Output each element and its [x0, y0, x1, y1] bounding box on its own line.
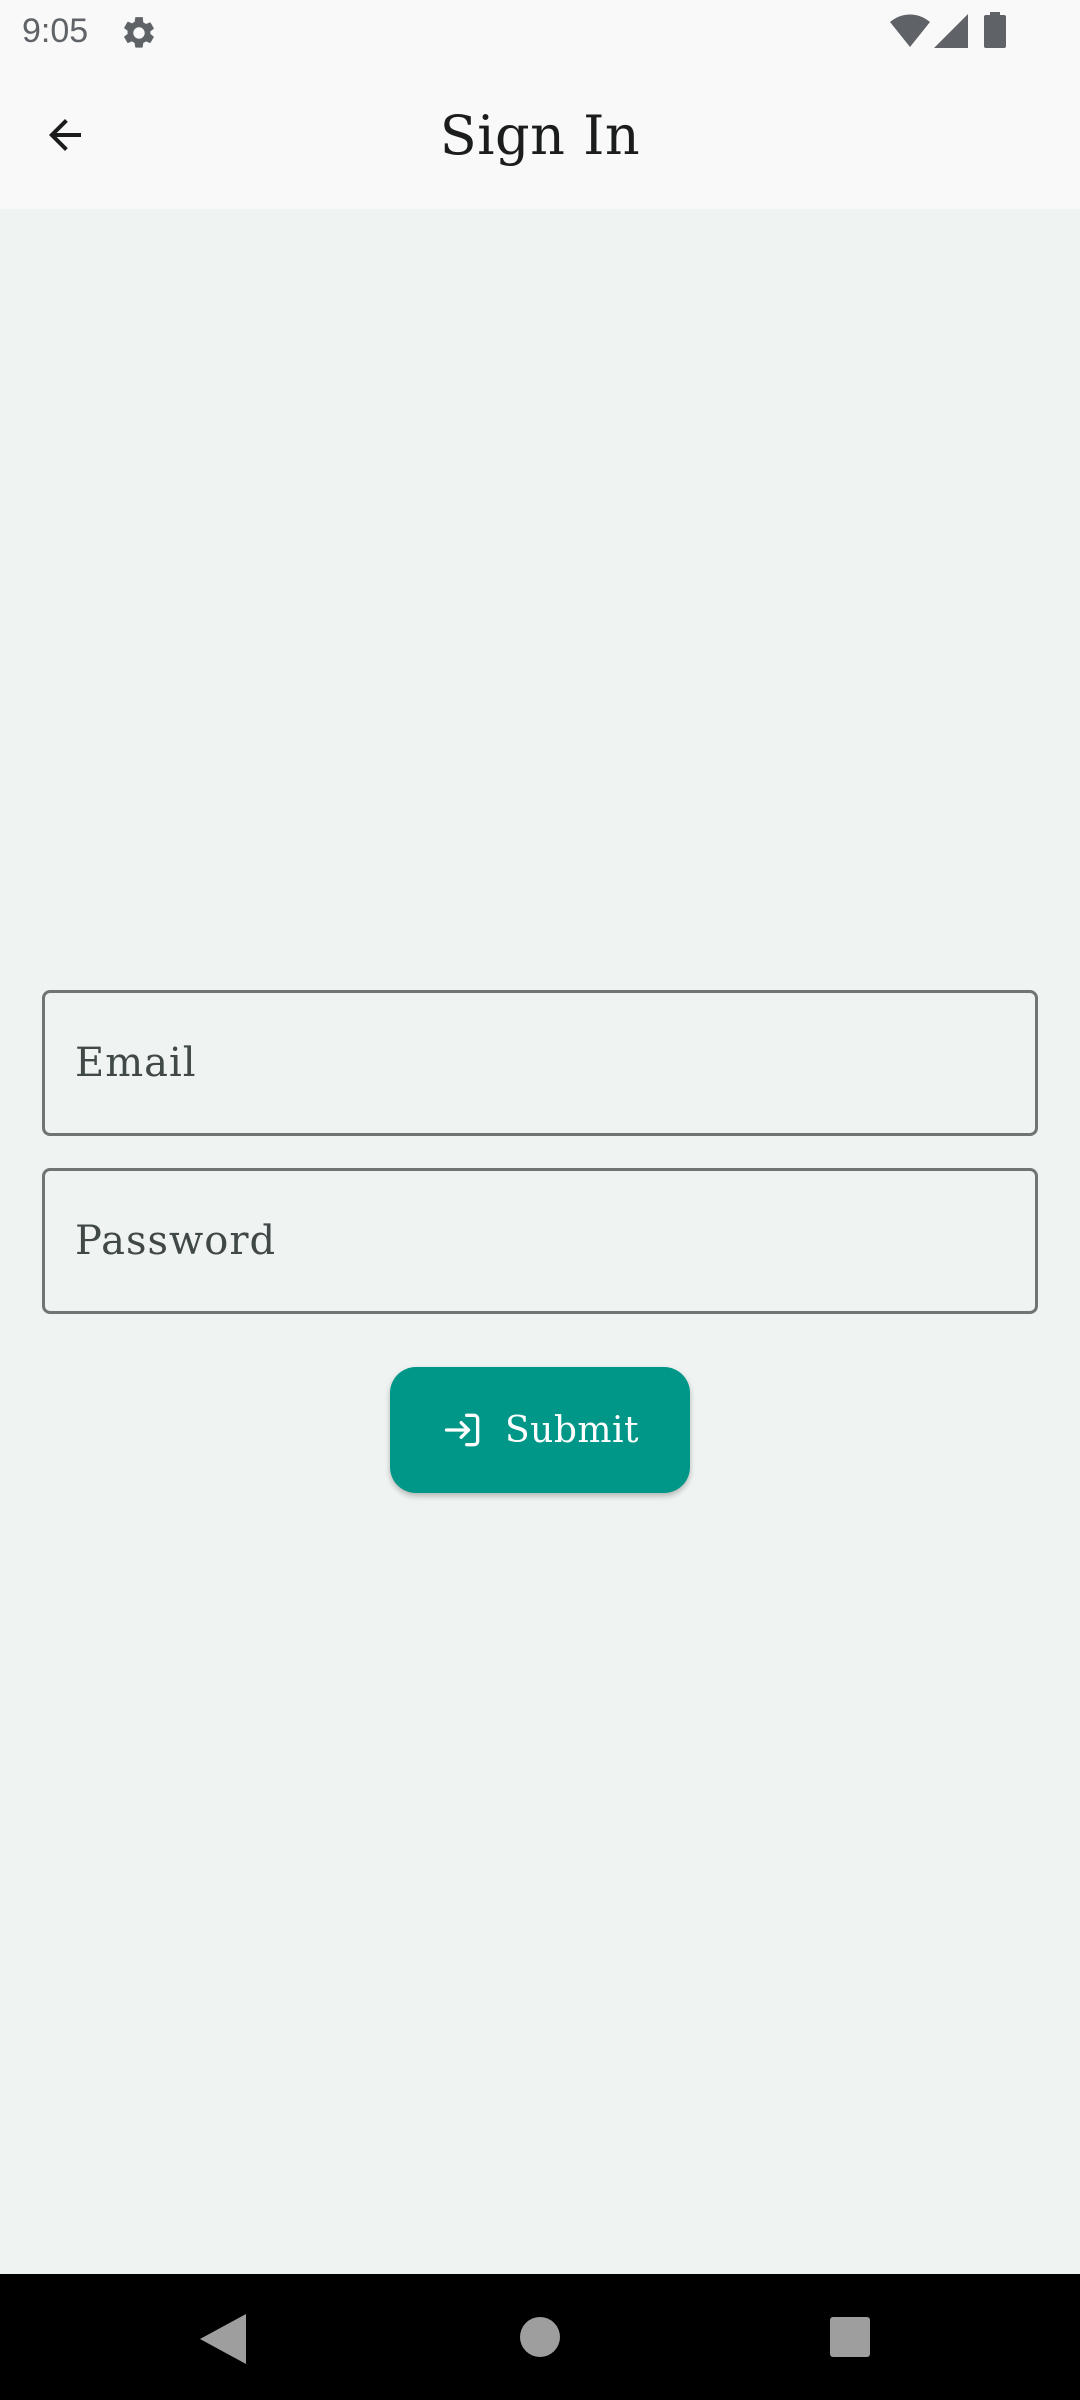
battery-icon: [984, 12, 1006, 48]
arrow-left-icon: [49, 119, 81, 151]
password-field[interactable]: [42, 1168, 1038, 1314]
cell-signal-icon: [934, 14, 968, 48]
status-bar: 9:05: [0, 0, 1080, 62]
settings-icon: [124, 17, 154, 48]
email-field[interactable]: [42, 990, 1038, 1136]
login-icon: [444, 1413, 480, 1447]
app-bar: Sign In: [0, 62, 1080, 209]
back-button[interactable]: [30, 100, 100, 170]
system-nav-bar: [0, 2274, 1080, 2400]
page-title: Sign In: [439, 104, 641, 167]
submit-button[interactable]: Submit: [390, 1367, 690, 1493]
nav-home-icon[interactable]: [520, 2317, 560, 2357]
email-input[interactable]: [75, 1040, 1035, 1086]
wifi-icon: [890, 14, 930, 47]
status-time: 9:05: [22, 12, 89, 50]
nav-recents-icon[interactable]: [830, 2317, 870, 2357]
nav-back-icon[interactable]: [200, 2314, 246, 2364]
submit-label: Submit: [504, 1409, 639, 1451]
password-input[interactable]: [75, 1218, 1035, 1264]
